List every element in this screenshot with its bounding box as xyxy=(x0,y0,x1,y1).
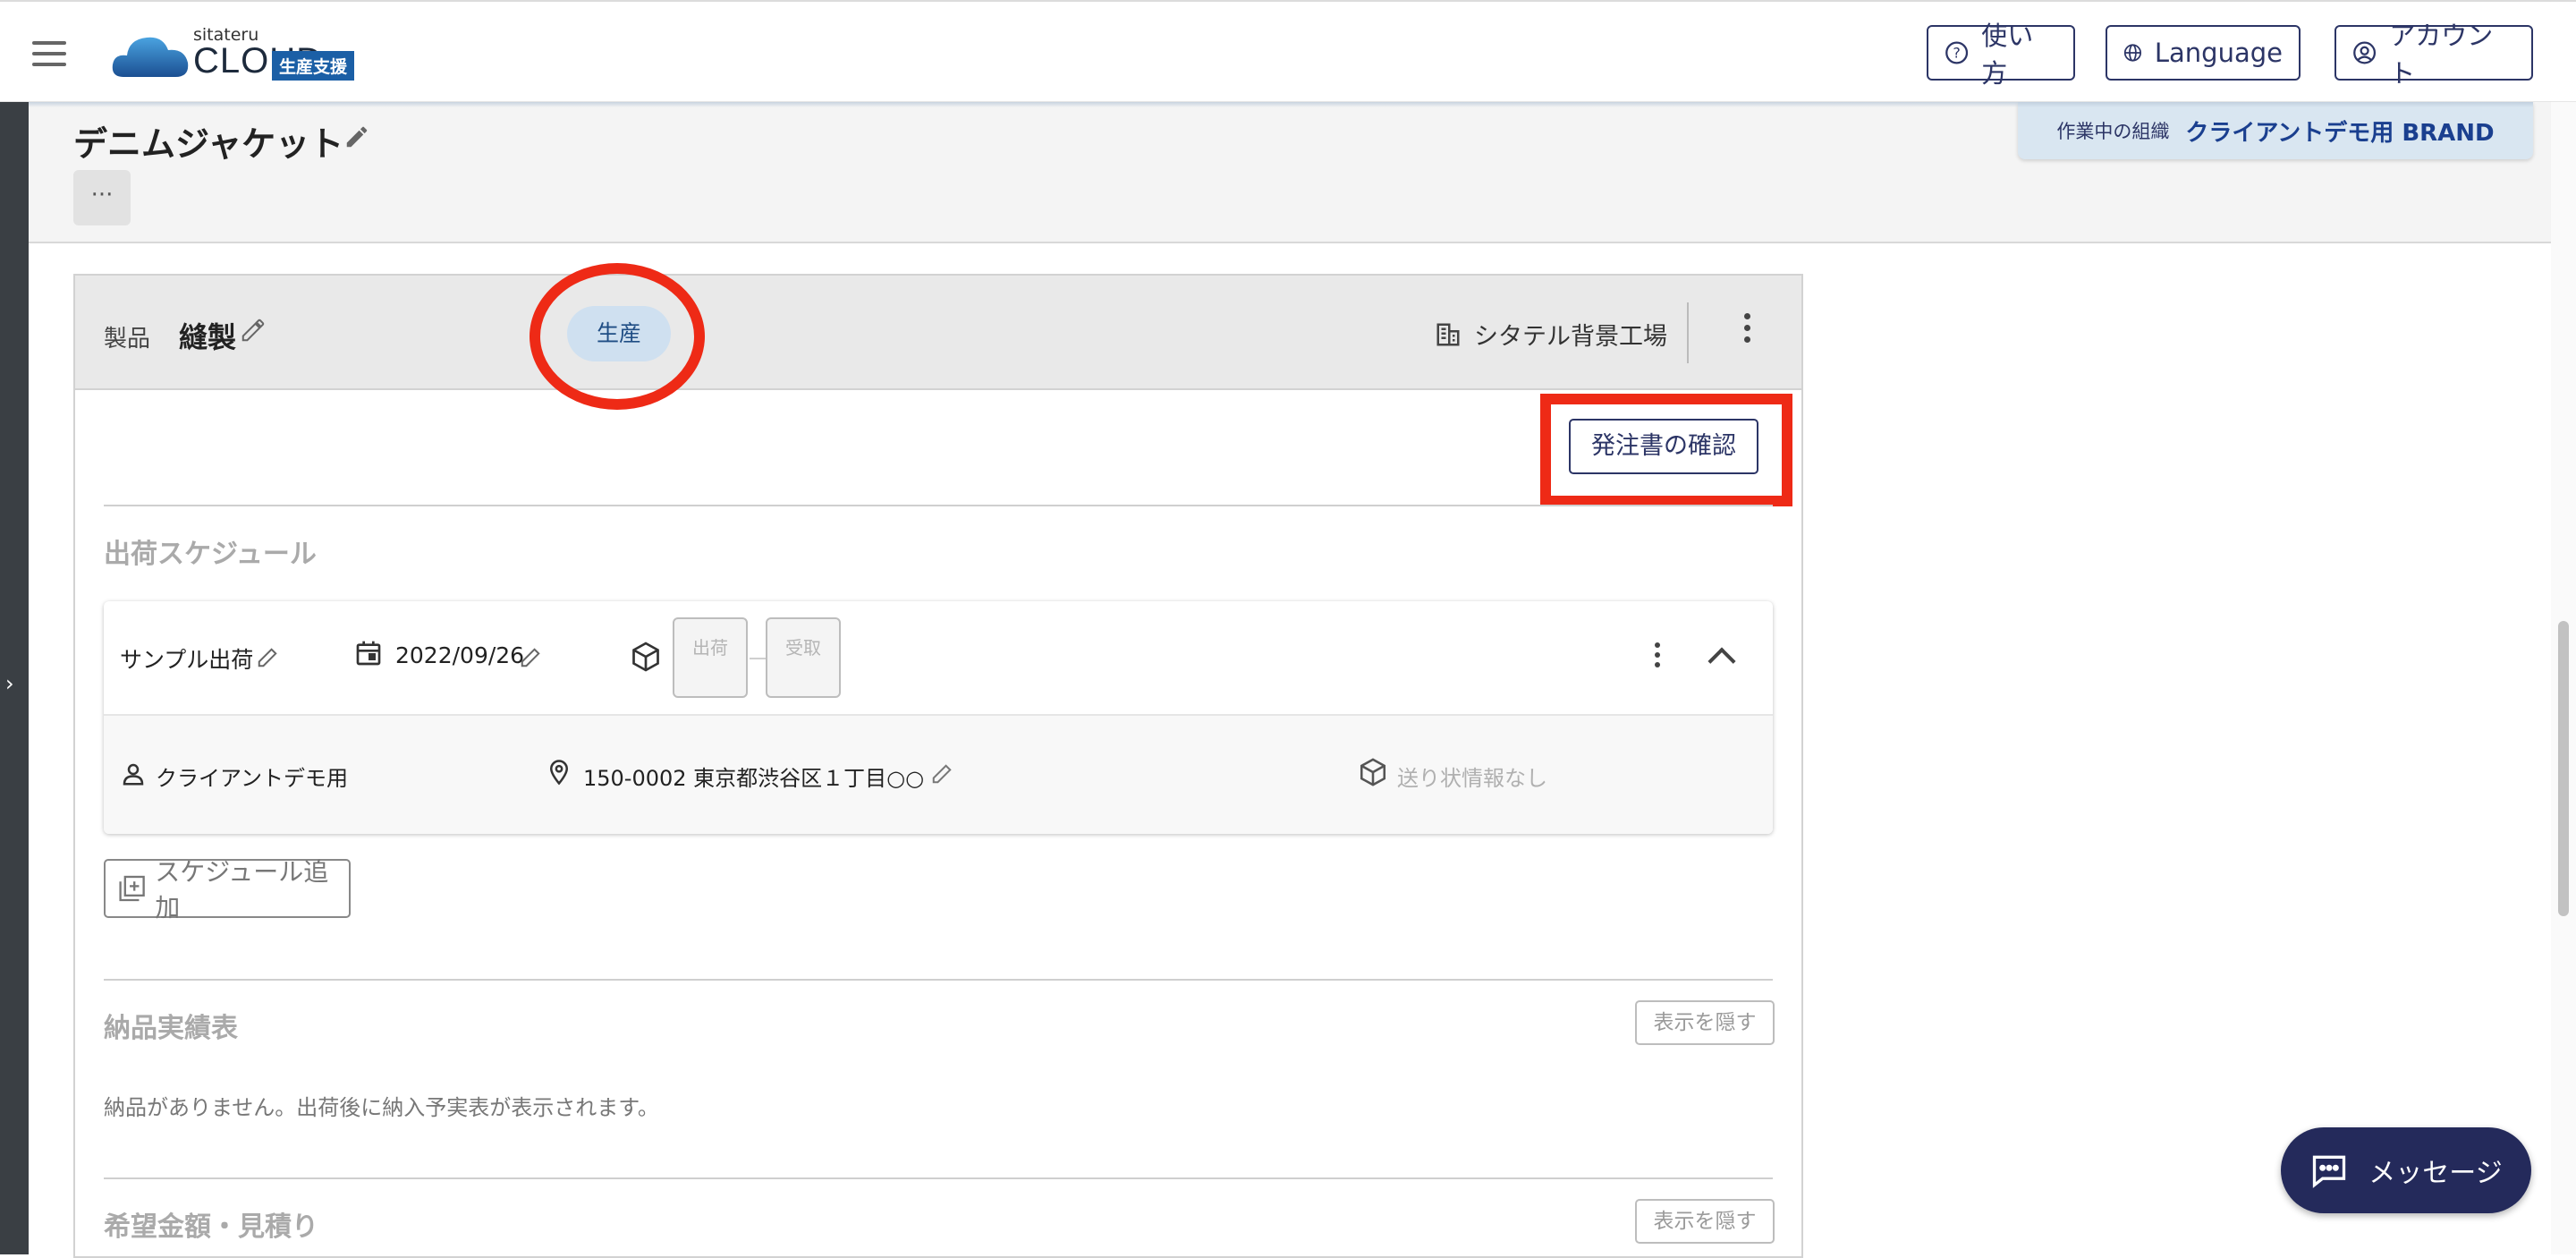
delivery-address: 150-0002 東京都渋谷区１丁目○○ xyxy=(583,766,925,791)
step-shipped: 出荷 xyxy=(673,617,748,698)
more-options-button[interactable]: ··· xyxy=(73,170,131,225)
add-box-icon xyxy=(119,875,145,902)
edit-schedule-name-icon[interactable] xyxy=(256,642,283,669)
help-icon: ? xyxy=(1945,41,1969,64)
add-schedule-label: スケジュール追加 xyxy=(155,857,329,922)
package-icon xyxy=(632,642,659,672)
page-scrollbar[interactable] xyxy=(2551,102,2576,1254)
edit-date-icon[interactable] xyxy=(519,642,546,669)
page-title: デニムジャケット xyxy=(73,124,344,164)
account-icon xyxy=(2353,41,2377,64)
product-card-header: 製品 縫製 生産 シタテル背景工場 xyxy=(75,263,1801,410)
message-label: メッセージ xyxy=(2368,1158,2503,1189)
calendar-icon xyxy=(356,641,381,666)
factory-info: シタテル背景工場 xyxy=(1435,317,1667,352)
product-card: 製品 縫製 生産 シタテル背景工場 発注書の確認 出荷スケジュール サンプル出荷… xyxy=(73,263,1803,1258)
person-icon xyxy=(123,763,144,786)
divider xyxy=(104,505,1773,506)
estimate-title: 希望金額・見積り xyxy=(104,1211,318,1243)
menu-icon[interactable] xyxy=(32,41,66,66)
schedule-name: サンプル出荷 xyxy=(120,647,254,673)
add-schedule-button[interactable]: スケジュール追加 xyxy=(104,857,351,922)
account-label: アカウント xyxy=(2389,21,2494,89)
language-label: Language xyxy=(2154,38,2283,68)
edit-address-icon[interactable] xyxy=(930,759,957,786)
card-menu-icon[interactable] xyxy=(1744,313,1750,343)
divider xyxy=(104,1177,1773,1179)
help-button[interactable]: ? 使い方 xyxy=(1927,21,2075,89)
help-label: 使い方 xyxy=(1981,21,2034,89)
factory-name: シタテル背景工場 xyxy=(1474,323,1667,351)
delivery-record-title: 納品実績表 xyxy=(104,1013,238,1044)
app-logo[interactable]: sitateru CLOUD 生産支援 xyxy=(111,25,415,81)
schedule-item: サンプル出荷 2022/09/26 出荷 受取 クライアントデモ用 150-00… xyxy=(104,601,1773,834)
header-divider xyxy=(1687,302,1689,363)
divider xyxy=(104,979,1773,981)
hide-delivery-button[interactable]: 表示を隠す xyxy=(1635,1000,1775,1045)
current-organization: 作業中の組織 クライアントデモ用 BRAND xyxy=(2018,102,2533,159)
message-button[interactable]: メッセージ xyxy=(2281,1127,2531,1213)
hide-estimate-button[interactable]: 表示を隠す xyxy=(1635,1199,1775,1244)
edit-product-icon[interactable] xyxy=(240,317,267,344)
collapse-icon[interactable] xyxy=(1707,647,1736,676)
delivery-empty-message: 納品がありません。出荷後に納入予実表が表示されます。 xyxy=(104,1095,659,1120)
chevron-right-icon: › xyxy=(5,671,14,696)
language-button[interactable]: Language xyxy=(2106,25,2301,81)
chat-icon xyxy=(2313,1155,2346,1188)
highlight-rectangle xyxy=(1540,394,1792,506)
location-icon xyxy=(549,760,569,786)
logo-badge: 生産支援 xyxy=(272,51,355,81)
product-label: 製品 xyxy=(104,326,151,353)
side-drawer-toggle[interactable]: › xyxy=(0,102,29,1254)
step-received: 受取 xyxy=(766,617,841,698)
step-connector xyxy=(750,658,767,659)
cloud-logo-icon xyxy=(112,37,189,77)
edit-title-icon[interactable] xyxy=(343,123,370,150)
recipient-name: クライアントデモ用 xyxy=(156,766,349,791)
shipping-schedule-title: 出荷スケジュール xyxy=(104,539,317,570)
schedule-menu-icon[interactable] xyxy=(1655,642,1660,667)
schedule-date: 2022/09/26 xyxy=(395,642,525,668)
svg-text:?: ? xyxy=(1953,45,1960,62)
highlight-circle xyxy=(530,263,705,410)
account-button[interactable]: アカウント xyxy=(2334,21,2533,89)
schedule-summary: サンプル出荷 2022/09/26 出荷 受取 xyxy=(104,601,1773,716)
product-name: 縫製 xyxy=(179,320,237,354)
tracking-info: 送り状情報なし xyxy=(1397,766,1547,791)
schedule-details: クライアントデモ用 150-0002 東京都渋谷区１丁目○○ 送り状情報なし xyxy=(104,716,1773,834)
scrollbar-thumb[interactable] xyxy=(2558,621,2569,916)
package-icon xyxy=(1360,758,1386,786)
top-header: sitateru CLOUD 生産支援 ? 使い方 Language アカウント xyxy=(0,0,2576,102)
building-icon xyxy=(1436,323,1460,345)
org-name: クライアントデモ用 BRAND xyxy=(2185,119,2495,147)
org-label: 作業中の組織 xyxy=(2056,121,2170,142)
globe-icon xyxy=(2123,44,2142,62)
